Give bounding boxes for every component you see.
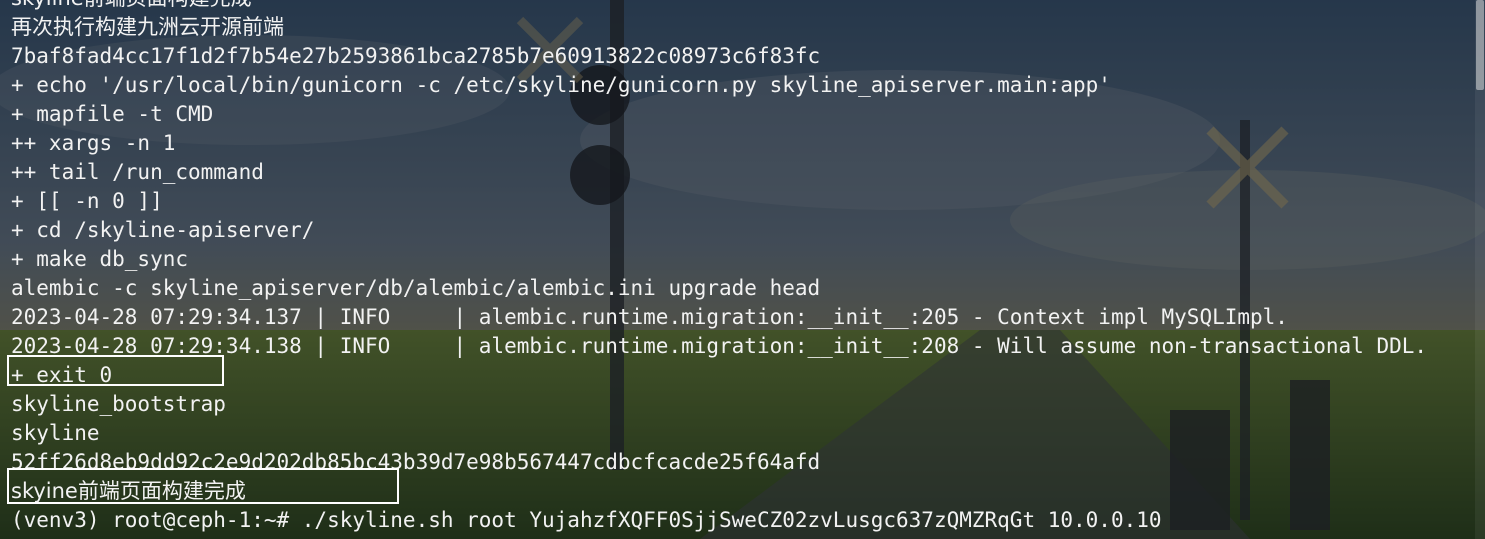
log-line: 2023-04-28 07:29:34.137 | INFO | alembic… — [11, 305, 1288, 329]
terminal-window[interactable]: skyline前端页面构建完成 再次执行构建九洲云开源前端 7baf8fad4c… — [0, 0, 1485, 539]
output-line: skyline — [11, 421, 100, 445]
output-line: + mapfile -t CMD — [11, 102, 214, 126]
command-prompt-line[interactable]: (venv3) root@ceph-1:~# ./skyline.sh root… — [11, 506, 1427, 535]
output-line: 再次执行构建九洲云开源前端 — [11, 15, 284, 39]
log-line: 2023-04-28 07:29:34.138 | INFO | alembic… — [11, 334, 1428, 358]
output-line: ++ xargs -n 1 — [11, 131, 176, 155]
terminal-output[interactable]: skyline前端页面构建完成 再次执行构建九洲云开源前端 7baf8fad4c… — [11, 0, 1427, 535]
output-line: skyline_bootstrap — [11, 392, 226, 416]
output-line: + make db_sync — [11, 247, 189, 271]
output-line: 7baf8fad4cc17f1d2f7b54e27b2593861bca2785… — [11, 44, 821, 68]
output-line: + [[ -n 0 ]] — [11, 189, 163, 213]
output-line: alembic -c skyline_apiserver/db/alembic/… — [11, 276, 821, 300]
scrollbar[interactable] — [1475, 0, 1485, 539]
output-line: 52ff26d8eb9dd92c2e9d202db85bc43b39d7e98b… — [11, 450, 821, 474]
exit-status-line: + exit 0 — [11, 363, 113, 387]
build-complete-line: skyine前端页面构建完成 — [11, 479, 246, 503]
output-line: + echo '/usr/local/bin/gunicorn -c /etc/… — [11, 73, 1111, 97]
scrollbar-thumb[interactable] — [1476, 0, 1484, 90]
output-line: ++ tail /run_command — [11, 160, 264, 184]
output-line: + cd /skyline-apiserver/ — [11, 218, 315, 242]
output-line: skyline前端页面构建完成 — [11, 0, 1427, 13]
